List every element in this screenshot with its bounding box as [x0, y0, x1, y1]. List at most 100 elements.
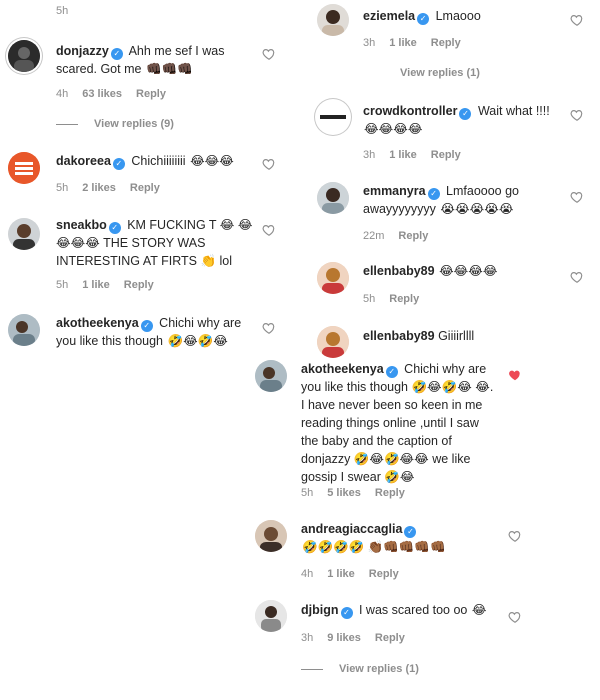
divider-line	[56, 123, 78, 125]
comment-text: Wait what !!!!	[477, 104, 550, 118]
view-replies-button[interactable]: View replies (9)	[56, 118, 174, 130]
likes-count[interactable]: 2 likes	[82, 182, 116, 194]
verified-badge-icon: ✓	[459, 108, 472, 120]
verified-badge-icon: ✓	[108, 222, 121, 234]
like-heart-icon[interactable]	[508, 529, 522, 543]
reply-button[interactable]: Reply	[375, 632, 405, 644]
likes-count[interactable]: 1 like	[82, 279, 110, 291]
like-heart-icon[interactable]	[570, 108, 584, 122]
avatar[interactable]	[317, 326, 349, 358]
likes-count[interactable]: 1 like	[389, 37, 417, 49]
avatar-image	[317, 182, 349, 214]
likes-count[interactable]: 5 likes	[327, 487, 361, 499]
comment-timestamp: 5h	[56, 5, 69, 17]
avatar-image	[317, 326, 349, 358]
comment-emoji: 😭😭😭😭😭	[440, 202, 514, 216]
verified-badge-icon: ✓	[112, 158, 125, 170]
comment-emoji: 🤣😂🤣😂	[167, 334, 228, 348]
reply-button[interactable]: Reply	[124, 279, 154, 291]
verified-badge-icon: ✓	[110, 48, 123, 60]
verified-badge-icon: ✓	[417, 13, 430, 25]
avatar-image	[255, 600, 287, 632]
comment-time: 22m	[363, 230, 385, 242]
comment-text: Giiiirllll	[438, 329, 475, 343]
username[interactable]: ellenbaby89	[363, 264, 435, 278]
avatar[interactable]	[255, 360, 287, 392]
comment-emoji: 😂😂😂😂	[364, 122, 423, 136]
likes-count[interactable]: 63 likes	[82, 88, 122, 100]
avatar-image	[8, 218, 40, 250]
username[interactable]: donjazzy	[56, 44, 109, 58]
like-heart-icon[interactable]	[570, 13, 584, 27]
verified-badge-icon: ✓	[340, 607, 353, 619]
reply-button[interactable]: Reply	[431, 149, 461, 161]
like-heart-icon[interactable]	[508, 610, 522, 624]
verified-badge-icon: ✓	[140, 320, 153, 332]
username[interactable]: ellenbaby89	[363, 329, 435, 343]
comment-text: Chichi why are you like this though 🤣😂🤣😂…	[301, 362, 494, 484]
verified-badge-icon: ✓	[427, 188, 440, 200]
avatar[interactable]	[317, 262, 349, 294]
view-replies-label: View replies (9)	[94, 118, 174, 130]
comment-time: 5h	[301, 487, 314, 499]
likes-count[interactable]: 1 like	[327, 568, 355, 580]
avatar-image	[317, 4, 349, 36]
comment-time: 3h	[363, 149, 376, 161]
comment-time: 5h	[56, 182, 69, 194]
avatar[interactable]	[255, 600, 287, 632]
comment-time: 4h	[56, 88, 69, 100]
view-replies-label: View replies (1)	[400, 67, 480, 79]
username[interactable]: sneakbo	[56, 218, 107, 232]
comment-text: Lmaooo	[435, 9, 481, 23]
avatar[interactable]	[317, 182, 349, 214]
username[interactable]: akotheekenya	[301, 362, 384, 376]
avatar[interactable]	[317, 4, 349, 36]
view-replies-label: View replies (1)	[339, 663, 419, 675]
username[interactable]: emmanyra	[363, 184, 426, 198]
reply-button[interactable]: Reply	[431, 37, 461, 49]
comment-time: 3h	[301, 632, 314, 644]
username[interactable]: eziemela	[363, 9, 415, 23]
username[interactable]: andreagiaccaglia	[301, 522, 402, 536]
comment-emoji: 🤣🤣🤣🤣 👏🏾👊🏾👊🏾👊🏾👊🏾	[302, 540, 446, 554]
comment-time: 5h	[363, 293, 376, 305]
reply-button[interactable]: Reply	[130, 182, 160, 194]
username[interactable]: djbign	[301, 603, 339, 617]
comment-time: 5h	[56, 279, 69, 291]
reply-button[interactable]: Reply	[375, 487, 405, 499]
view-replies-button[interactable]: View replies (1)	[400, 67, 480, 79]
avatar[interactable]	[255, 520, 287, 552]
avatar-image	[255, 520, 287, 552]
reply-button[interactable]: Reply	[398, 230, 428, 242]
view-replies-button[interactable]: View replies (1)	[301, 663, 419, 675]
comment-emoji: 😂	[471, 603, 487, 617]
avatar[interactable]	[8, 218, 40, 250]
comment-text: I was scared too oo	[358, 603, 468, 617]
reply-button[interactable]: Reply	[369, 568, 399, 580]
avatar-image	[8, 40, 40, 72]
reply-button[interactable]: Reply	[136, 88, 166, 100]
likes-count[interactable]: 1 like	[389, 149, 417, 161]
like-heart-icon[interactable]	[570, 270, 584, 284]
liked-heart-icon[interactable]	[508, 368, 522, 382]
username[interactable]: crowdkontroller	[363, 104, 457, 118]
avatar[interactable]	[8, 314, 40, 346]
avatar[interactable]	[8, 40, 40, 72]
divider-line	[301, 668, 323, 670]
like-heart-icon[interactable]	[262, 47, 276, 61]
like-heart-icon[interactable]	[262, 321, 276, 335]
comment-emoji: 👊🏿👊🏿👊🏿	[145, 62, 193, 76]
verified-badge-icon: ✓	[404, 526, 417, 538]
avatar-image	[8, 314, 40, 346]
comment-time: 3h	[363, 37, 376, 49]
avatar[interactable]	[8, 152, 40, 184]
avatar[interactable]	[317, 101, 349, 133]
like-heart-icon[interactable]	[262, 157, 276, 171]
like-heart-icon[interactable]	[262, 223, 276, 237]
username[interactable]: dakoreea	[56, 154, 111, 168]
reply-button[interactable]: Reply	[389, 293, 419, 305]
comment-text: Chichiiiiiiii	[131, 154, 186, 168]
like-heart-icon[interactable]	[570, 190, 584, 204]
likes-count[interactable]: 9 likes	[327, 632, 361, 644]
username[interactable]: akotheekenya	[56, 316, 139, 330]
